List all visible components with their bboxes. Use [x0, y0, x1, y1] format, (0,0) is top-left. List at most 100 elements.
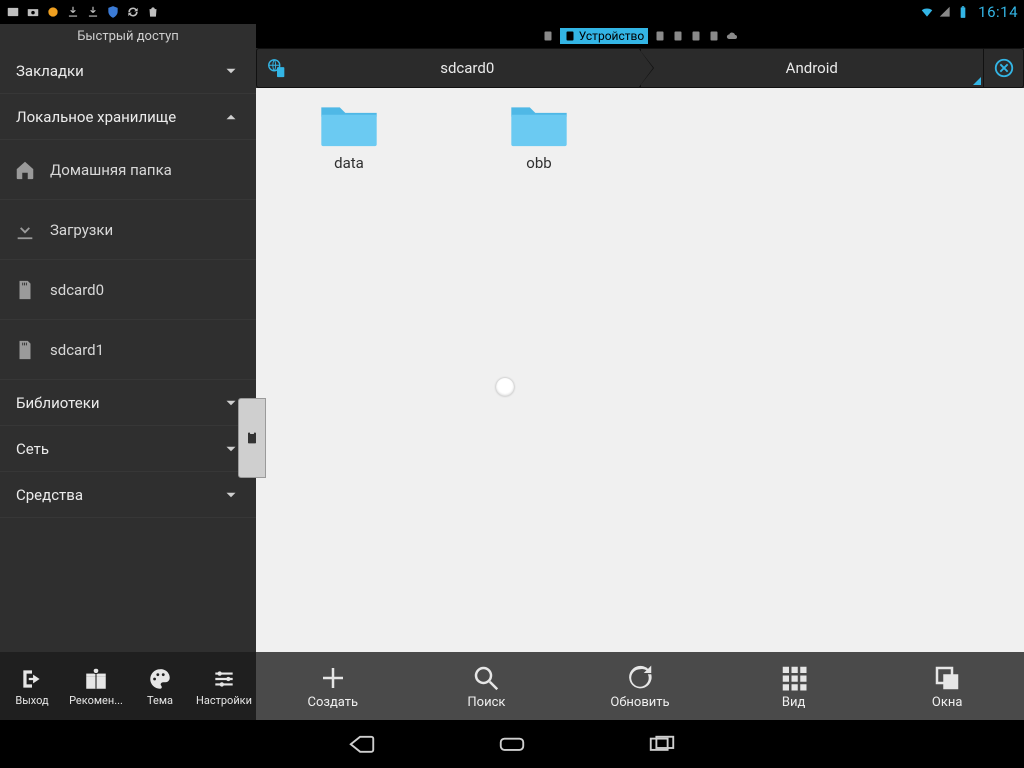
tab-strip: Устройство — [256, 24, 1024, 48]
sidebar-section-label: Библиотеки — [16, 394, 99, 412]
shopping-indicator-icon — [146, 5, 160, 19]
breadcrumb-seg-android[interactable]: Android — [640, 48, 985, 88]
device-tab-icon[interactable] — [690, 30, 702, 42]
theme-button[interactable]: Тема — [128, 652, 192, 720]
button-label: Обновить — [610, 695, 669, 710]
camera-indicator-icon — [26, 5, 40, 19]
sidebar-item-sdcard0[interactable]: sdcard0 — [0, 260, 256, 320]
sidebar-section-label: Сеть — [16, 440, 49, 458]
breadcrumb-seg-sdcard0[interactable]: sdcard0 — [296, 48, 640, 88]
app-indicator-icon — [46, 5, 60, 19]
file-grid[interactable]: data obb — [256, 88, 1024, 652]
sidebar-item-home-folder[interactable]: Домашняя папка — [0, 140, 256, 200]
sdcard-icon — [14, 279, 36, 301]
close-circle-icon — [993, 57, 1015, 79]
shield-indicator-icon — [106, 5, 120, 19]
wifi-icon — [920, 5, 934, 19]
sync-indicator-icon — [126, 5, 140, 19]
grid-icon — [779, 663, 809, 693]
sidebar-item-label: sdcard0 — [50, 281, 104, 299]
sidebar-section-label: Закладки — [16, 62, 84, 80]
nav-home-button[interactable] — [497, 729, 527, 759]
sidebar-toolbar: Выход Рекомен... Тема Настройки — [0, 652, 256, 720]
device-tab-icon[interactable] — [542, 30, 554, 42]
gift-icon — [83, 666, 109, 692]
palette-icon — [147, 666, 173, 692]
cloud-tab-icon[interactable] — [726, 30, 738, 42]
sidebar: Быстрый доступ Закладки Локальное хранил… — [0, 24, 256, 652]
settings-button[interactable]: Настройки — [192, 652, 256, 720]
device-icon — [564, 30, 576, 42]
refresh-button[interactable]: Обновить — [563, 652, 717, 720]
tab-device-active[interactable]: Устройство — [560, 28, 648, 44]
android-status-bar: 16:14 — [0, 0, 1024, 24]
chevron-down-icon — [222, 486, 240, 504]
button-label: Создать — [307, 695, 358, 710]
folder-item-obb[interactable]: obb — [454, 100, 624, 172]
sidebar-section-label: Локальное хранилище — [16, 108, 176, 126]
refresh-icon — [625, 663, 655, 693]
exit-icon — [19, 666, 45, 692]
touch-feedback-dot — [496, 378, 514, 396]
signal-icon — [938, 5, 952, 19]
sidebar-item-downloads[interactable]: Загрузки — [0, 200, 256, 260]
sidebar-item-label: Домашняя папка — [50, 161, 172, 179]
windows-icon — [932, 663, 962, 693]
battery-icon — [956, 5, 970, 19]
sidebar-section-local-storage[interactable]: Локальное хранилище — [0, 94, 256, 140]
folder-icon — [319, 100, 379, 148]
sidebar-item-sdcard1[interactable]: sdcard1 — [0, 320, 256, 380]
plus-icon — [318, 663, 348, 693]
folder-item-data[interactable]: data — [264, 100, 434, 172]
chevron-up-icon — [222, 108, 240, 126]
chevron-down-icon — [222, 62, 240, 80]
tab-label: Устройство — [579, 29, 644, 43]
dropdown-marker-icon — [973, 77, 981, 85]
folder-icon — [509, 100, 569, 148]
search-icon — [471, 663, 501, 693]
home-icon — [14, 159, 36, 181]
search-button[interactable]: Поиск — [410, 652, 564, 720]
sidebar-item-label: sdcard1 — [50, 341, 104, 359]
download-indicator-icon — [66, 5, 80, 19]
sidebar-item-label: Загрузки — [50, 221, 113, 239]
sidebar-section-libraries[interactable]: Библиотеки — [0, 380, 256, 426]
device-tab-icon[interactable] — [654, 30, 666, 42]
button-label: Выход — [15, 694, 48, 707]
device-tab-icon[interactable] — [672, 30, 684, 42]
button-label: Вид — [782, 695, 805, 710]
gallery-indicator-icon — [6, 5, 20, 19]
folder-label: data — [334, 154, 364, 172]
view-button[interactable]: Вид — [717, 652, 871, 720]
sidebar-section-tools[interactable]: Средства — [0, 472, 256, 518]
globe-device-icon — [266, 57, 288, 79]
breadcrumb-label: sdcard0 — [440, 59, 494, 77]
button-label: Настройки — [196, 694, 252, 707]
create-button[interactable]: Создать — [256, 652, 410, 720]
nav-recent-button[interactable] — [647, 729, 677, 759]
sidebar-title: Быстрый доступ — [0, 24, 256, 48]
button-label: Поиск — [467, 695, 505, 710]
button-label: Рекомен... — [69, 694, 123, 707]
breadcrumb-bar: sdcard0 Android — [256, 48, 1024, 88]
content-toolbar: Создать Поиск Обновить Вид Окна — [256, 652, 1024, 720]
android-nav-bar — [0, 720, 1024, 768]
breadcrumb-root-button[interactable] — [256, 48, 296, 88]
windows-button[interactable]: Окна — [870, 652, 1024, 720]
sidebar-section-bookmarks[interactable]: Закладки — [0, 48, 256, 94]
button-label: Тема — [147, 694, 173, 707]
sidebar-section-network[interactable]: Сеть — [0, 426, 256, 472]
clipboard-icon — [244, 428, 260, 448]
nav-back-button[interactable] — [347, 729, 377, 759]
folder-label: obb — [526, 154, 551, 172]
breadcrumb-close-button[interactable] — [984, 48, 1024, 88]
download-icon — [14, 219, 36, 241]
sdcard-icon — [14, 339, 36, 361]
button-label: Окна — [932, 695, 963, 710]
sliders-icon — [211, 666, 237, 692]
recommend-button[interactable]: Рекомен... — [64, 652, 128, 720]
device-tab-icon[interactable] — [708, 30, 720, 42]
clock-text: 16:14 — [978, 3, 1018, 21]
clipboard-drawer-handle[interactable] — [238, 398, 266, 478]
exit-button[interactable]: Выход — [0, 652, 64, 720]
